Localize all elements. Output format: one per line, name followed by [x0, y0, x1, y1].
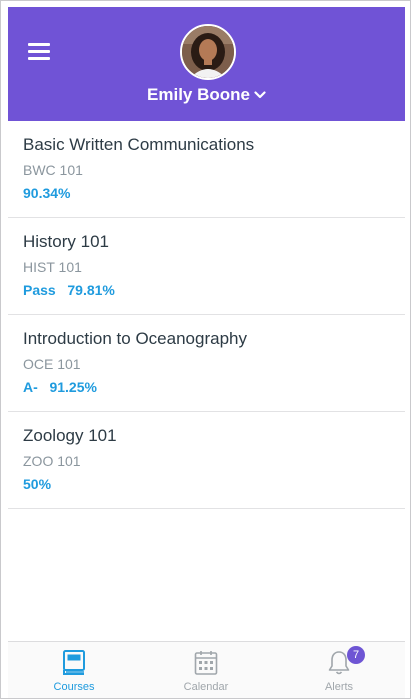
course-grade: 90.34%	[23, 185, 71, 201]
chevron-down-icon	[254, 84, 266, 104]
tab-label: Alerts	[324, 681, 354, 693]
device-frame: Emily Boone Basic Written Communications…	[0, 0, 411, 699]
course-title: History 101	[23, 232, 109, 251]
course-title: Zoology 101	[23, 426, 117, 445]
course-list: Basic Written Communications BWC 101 90.…	[8, 121, 405, 509]
book-icon	[62, 650, 86, 676]
course-code: HIST 101	[23, 259, 82, 275]
menu-icon[interactable]	[28, 43, 50, 61]
tab-label: Courses	[53, 681, 95, 693]
avatar[interactable]	[180, 24, 236, 80]
course-code: BWC 101	[23, 162, 83, 178]
course-title: Introduction to Oceanography	[23, 329, 247, 348]
user-switcher[interactable]: Emily Boone	[8, 85, 405, 106]
course-card[interactable]: History 101 HIST 101 Pass 79.81%	[8, 218, 405, 315]
tab-calendar[interactable]: Calendar	[140, 642, 272, 698]
calendar-icon	[194, 650, 218, 676]
user-name: Emily Boone	[147, 85, 250, 104]
avatar-photo	[182, 26, 234, 78]
course-card[interactable]: Zoology 101 ZOO 101 50%	[8, 412, 405, 509]
tab-courses[interactable]: Courses	[8, 642, 140, 698]
course-code: ZOO 101	[23, 453, 81, 469]
tab-bar: Courses Calendar 7 Alerts	[8, 641, 405, 698]
course-title: Basic Written Communications	[23, 135, 255, 154]
profile-header: Emily Boone	[8, 7, 405, 121]
app-screen: Emily Boone Basic Written Communications…	[8, 7, 405, 698]
course-grade: Pass 79.81%	[23, 282, 115, 298]
course-grade: 50%	[23, 476, 52, 492]
alerts-count-badge: 7	[347, 646, 365, 664]
tab-alerts[interactable]: 7 Alerts	[273, 642, 405, 698]
tab-label: Calendar	[183, 681, 229, 693]
course-code: OCE 101	[23, 356, 81, 372]
course-grade: A- 91.25%	[23, 379, 97, 395]
course-card[interactable]: Introduction to Oceanography OCE 101 A- …	[8, 315, 405, 412]
course-card[interactable]: Basic Written Communications BWC 101 90.…	[8, 121, 405, 218]
